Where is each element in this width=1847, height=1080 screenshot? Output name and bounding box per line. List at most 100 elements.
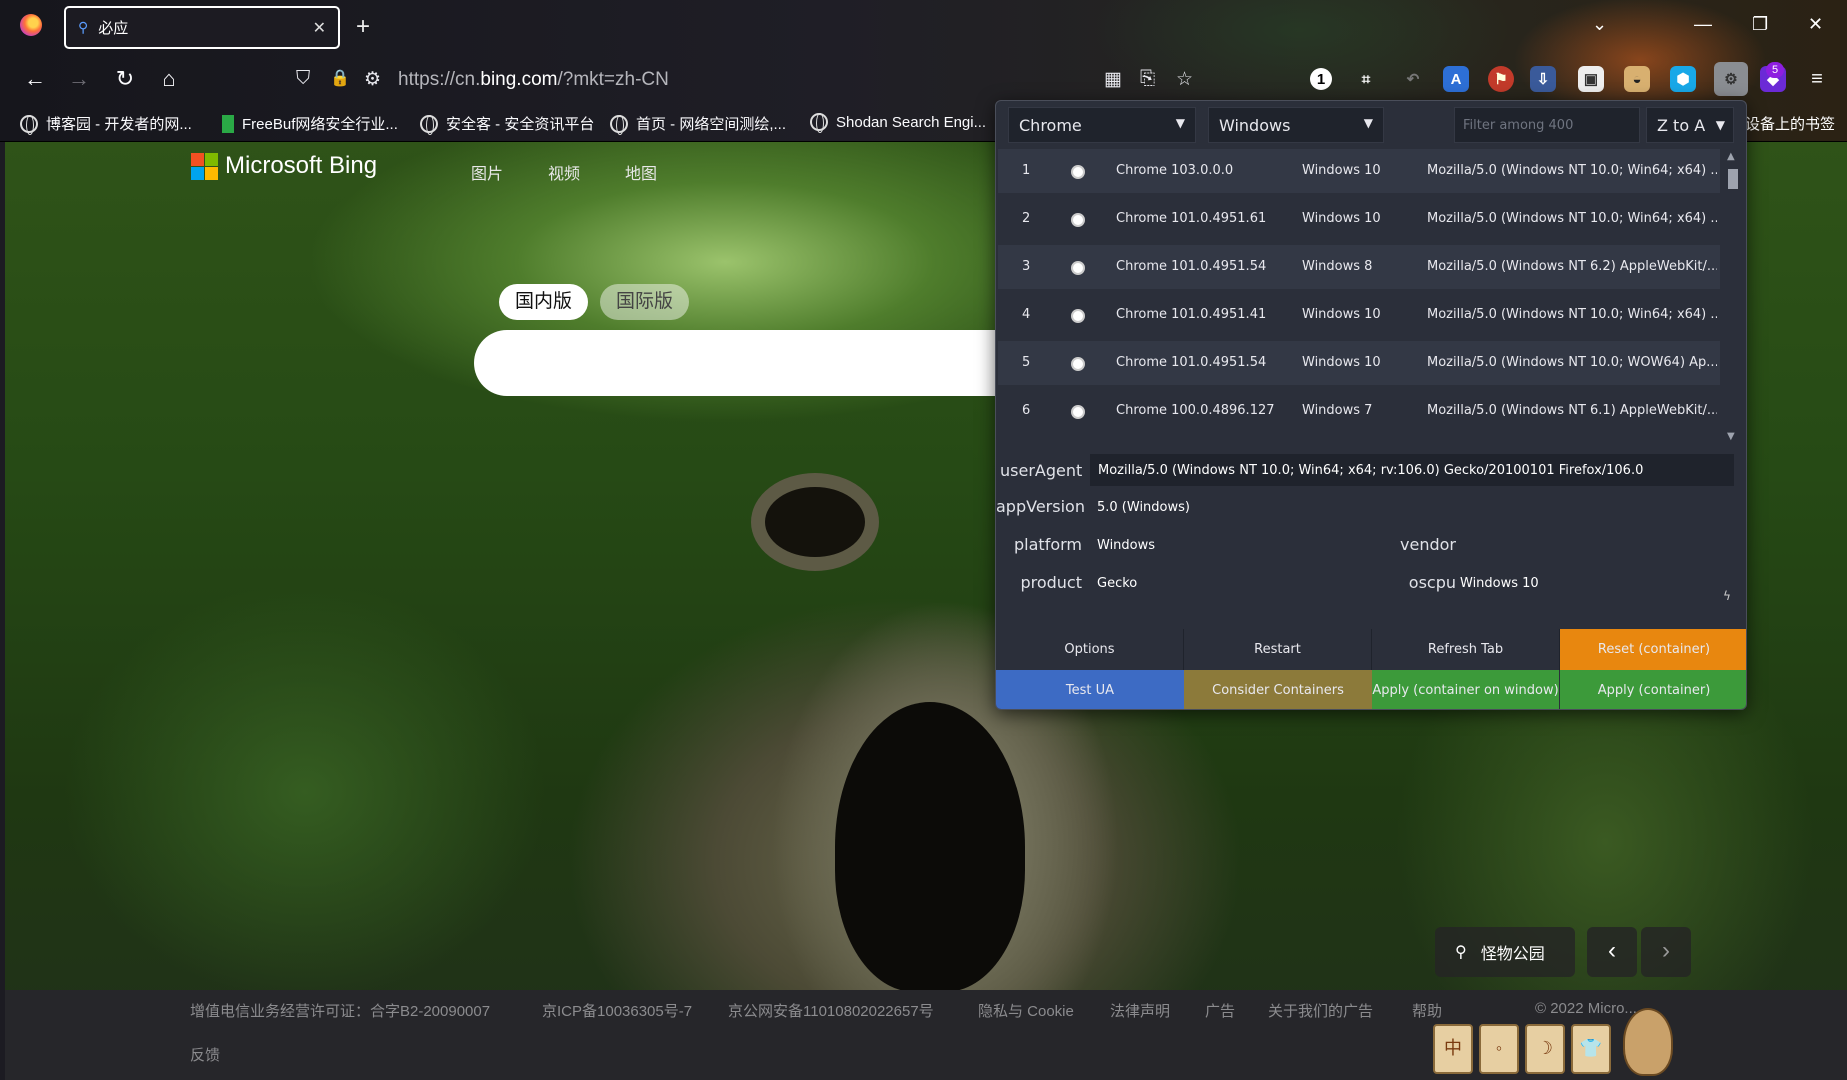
menu-icon[interactable]: ≡ (1804, 66, 1830, 92)
bookmark-item[interactable]: FreeBuf网络安全行业... (222, 113, 398, 134)
os-select-value: Windows (1219, 116, 1291, 135)
bookmark-label: Shodan Search Engi... (836, 113, 987, 131)
undo-icon[interactable]: ↶ (1400, 66, 1426, 92)
translate-icon[interactable]: ⎘ (1140, 68, 1155, 90)
row-radio[interactable] (1071, 165, 1085, 179)
list-scrollbar[interactable]: ▲ ▼ (1724, 149, 1742, 445)
tab-international[interactable]: 国际版 (600, 284, 690, 320)
test-ua-button[interactable]: Test UA (996, 670, 1184, 709)
firefox-icon[interactable] (20, 14, 42, 36)
lightning-icon[interactable]: ϟ (1723, 589, 1731, 603)
screenshot-icon[interactable]: ▣ (1578, 66, 1604, 92)
home-button[interactable]: ⌂ (154, 66, 184, 92)
previous-image-button[interactable]: ‹ (1587, 927, 1637, 977)
row-radio[interactable] (1071, 357, 1085, 371)
nav-videos[interactable]: 视频 (548, 160, 580, 184)
footer-feedback[interactable]: 反馈 (190, 1044, 220, 1065)
maximize-button[interactable]: ❐ (1752, 14, 1768, 35)
sort-select[interactable]: Z to A ▼ (1646, 107, 1734, 143)
row-radio[interactable] (1071, 405, 1085, 419)
user-agent-switcher-icon[interactable]: ⚙ (1714, 62, 1748, 96)
bookmark-item[interactable]: 安全客 - 安全资讯平台 (420, 113, 594, 135)
footer-tile-moon[interactable]: ☽ (1525, 1024, 1565, 1074)
footer-icp[interactable]: 京ICP备10036305号-7 (542, 1000, 692, 1021)
apply-container-window-button[interactable]: Apply (container on window) (1372, 670, 1560, 709)
bookmark-star-icon[interactable]: ☆ (1176, 68, 1193, 91)
globe-icon (610, 114, 628, 135)
table-row[interactable]: 4 Chrome 101.0.4951.41 Windows 10 Mozill… (998, 293, 1720, 337)
footer-privacy[interactable]: 隐私与 Cookie (978, 1000, 1074, 1021)
table-row[interactable]: 1 Chrome 103.0.0.0 Windows 10 Mozilla/5.… (998, 149, 1720, 193)
nav-images[interactable]: 图片 (471, 160, 503, 184)
dropdown-caret-icon: ▼ (1363, 116, 1373, 130)
translator-icon[interactable]: A (1443, 66, 1469, 92)
url-field[interactable]: https://cn.bing.com/?mkt=zh-CN (398, 69, 669, 91)
tab-domestic[interactable]: 国内版 (499, 284, 589, 320)
permissions-icon[interactable]: ⚙ (364, 68, 381, 91)
window-close-button[interactable]: ✕ (1808, 14, 1823, 35)
search-input[interactable] (474, 330, 1014, 396)
new-tab-button[interactable]: + (356, 13, 370, 41)
apply-container-button[interactable]: Apply (container) (1560, 670, 1746, 709)
options-button[interactable]: Options (996, 629, 1184, 670)
refresh-tab-button[interactable]: Refresh Tab (1372, 629, 1560, 670)
qr-code-icon[interactable]: ▦ (1104, 68, 1122, 91)
hackbar-icon[interactable]: ⚑ (1488, 66, 1514, 92)
next-image-button[interactable]: › (1641, 927, 1691, 977)
shield-icon[interactable]: ⛉ (296, 68, 310, 90)
reset-container-button[interactable]: Reset (container) (1560, 629, 1746, 670)
other-bookmarks[interactable]: 设备上的书签 (1745, 113, 1835, 134)
mascot-icon[interactable] (1623, 1008, 1673, 1076)
bookmark-item[interactable]: Shodan Search Engi... (810, 113, 987, 133)
footer-legal[interactable]: 法律声明 (1110, 1000, 1170, 1021)
chevron-down-icon[interactable]: ⌄ (1592, 14, 1607, 35)
ua-switcher-panel: Chrome ▼ Windows ▼ Filter among 400 Z to… (995, 100, 1747, 710)
row-os: Windows 10 (1302, 307, 1381, 322)
footer-ads[interactable]: 广告 (1205, 1000, 1235, 1021)
os-select[interactable]: Windows ▼ (1208, 107, 1384, 143)
onepassword-icon[interactable]: 1 (1310, 68, 1332, 90)
reload-button[interactable]: ↻ (110, 66, 140, 92)
browser-select[interactable]: Chrome ▼ (1008, 107, 1196, 143)
table-row[interactable]: 6 Chrome 100.0.4896.127 Windows 7 Mozill… (998, 389, 1720, 433)
minimize-button[interactable]: — (1694, 14, 1712, 35)
table-row[interactable]: 5 Chrome 101.0.4951.54 Windows 10 Mozill… (998, 341, 1720, 385)
row-radio[interactable] (1071, 309, 1085, 323)
filter-input[interactable]: Filter among 400 (1454, 107, 1640, 143)
footer-police[interactable]: 京公网安备11010802022657号 (728, 1000, 934, 1021)
downloader-icon[interactable]: ⇩ (1530, 66, 1556, 92)
nav-maps[interactable]: 地图 (625, 160, 657, 184)
scrollbar-thumb[interactable] (1728, 169, 1738, 189)
footer-about-ads[interactable]: 关于我们的广告 (1268, 1000, 1373, 1021)
table-row[interactable]: 2 Chrome 101.0.4951.61 Windows 10 Mozill… (998, 197, 1720, 241)
row-radio[interactable] (1071, 261, 1085, 275)
bookmark-label: FreeBuf网络安全行业... (242, 116, 398, 133)
active-tab[interactable]: ⚲ 必应 ✕ (64, 6, 340, 49)
bing-logo[interactable]: Microsoft Bing (191, 152, 377, 180)
footer-tile-shirt[interactable]: 👕 (1571, 1024, 1611, 1074)
bookmark-item[interactable]: 首页 - 网络空间测绘,... (610, 113, 786, 135)
table-row[interactable]: 3 Chrome 101.0.4951.54 Windows 8 Mozilla… (998, 245, 1720, 289)
bookmark-item[interactable]: 博客园 - 开发者的网... (20, 113, 192, 135)
hat-icon[interactable]: ◒ (1624, 66, 1650, 92)
consider-containers-button[interactable]: Consider Containers (1184, 670, 1372, 709)
crop-icon[interactable]: ⌗ (1353, 66, 1379, 92)
appversion-value: 5.0 (Windows) (1097, 500, 1190, 515)
footer-tile-chinese[interactable]: 中 (1433, 1024, 1473, 1074)
scroll-down-icon[interactable]: ▼ (1727, 431, 1735, 442)
hexagon-icon[interactable]: ⬢ (1670, 66, 1696, 92)
back-button[interactable]: ← (20, 66, 50, 92)
globe-icon (420, 114, 438, 135)
row-ua: Mozilla/5.0 (Windows NT 6.2) AppleWebKit… (1427, 259, 1717, 274)
close-icon[interactable]: ✕ (313, 18, 326, 38)
footer-help[interactable]: 帮助 (1412, 1000, 1442, 1021)
footer-tile-dot[interactable]: ◦ (1479, 1024, 1519, 1074)
forward-button[interactable]: → (64, 66, 94, 92)
restart-button[interactable]: Restart (1184, 629, 1372, 670)
location-chip[interactable]: ⚲ 怪物公园 (1435, 927, 1575, 977)
footer-license[interactable]: 增值电信业务经营许可证：合字B2-20090007 (190, 1000, 490, 1021)
row-radio[interactable] (1071, 213, 1085, 227)
scroll-up-icon[interactable]: ▲ (1727, 151, 1735, 162)
useragent-field[interactable]: Mozilla/5.0 (Windows NT 10.0; Win64; x64… (1089, 453, 1735, 487)
lock-icon[interactable]: 🔒 (330, 68, 350, 88)
